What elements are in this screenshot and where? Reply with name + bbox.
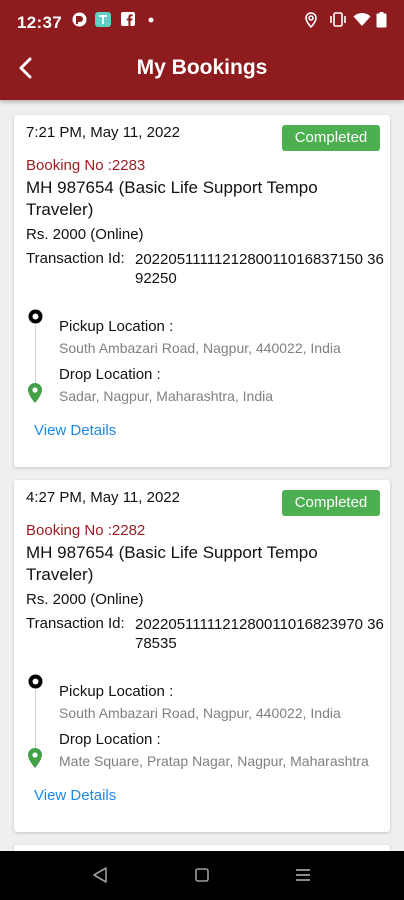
transaction-id: 2022051111121280011016837150 3692250 — [135, 251, 384, 287]
pickup-dot-icon — [28, 674, 43, 689]
wifi-icon — [353, 12, 371, 26]
transaction-label: Transaction Id: — [26, 615, 125, 632]
location-icon — [305, 12, 317, 28]
vehicle-name: MH 987654 (Basic Life Support Tempo Trav… — [26, 178, 318, 219]
drop-pin-icon — [28, 748, 42, 768]
booking-number: Booking No :2283 — [26, 157, 146, 174]
booking-card: 4:27 PM, May 11, 2022 Completed Booking … — [14, 480, 390, 832]
page-title: My Bookings — [136, 56, 268, 79]
vehicle-name: MH 987654 (Basic Life Support Tempo Trav… — [26, 543, 318, 584]
view-details-link[interactable]: View Details — [34, 787, 116, 804]
notification-app-icon — [95, 12, 111, 27]
status-badge: Completed — [282, 490, 380, 516]
pickup-address: South Ambazari Road, Nagpur, 440022, Ind… — [59, 340, 341, 356]
more-notifications-dot-icon — [148, 17, 154, 23]
app-bar: My Bookings — [0, 36, 404, 100]
booking-amount: Rs. 2000 (Online) — [26, 591, 144, 608]
transaction-label: Transaction Id: — [26, 250, 125, 267]
view-details-link[interactable]: View Details — [34, 422, 116, 439]
route-line — [35, 325, 36, 387]
pickup-label: Pickup Location : — [59, 683, 174, 700]
battery-icon — [376, 12, 387, 28]
drop-label: Drop Location : — [59, 731, 161, 748]
notification-app-icon — [72, 12, 87, 27]
drop-pin-icon — [28, 383, 42, 403]
transaction-id: 2022051111121280011016823970 3678535 — [135, 616, 384, 652]
route-line — [35, 690, 36, 752]
vibrate-icon — [330, 12, 346, 27]
nav-menu-icon[interactable] — [295, 868, 311, 882]
drop-label: Drop Location : — [59, 366, 161, 383]
nav-home-icon[interactable] — [195, 868, 209, 882]
drop-address: Sadar, Nagpur, Maharashtra, India — [59, 388, 274, 404]
status-bar: 12:37 — [0, 0, 404, 36]
pickup-label: Pickup Location : — [59, 318, 174, 335]
drop-address: Mate Square, Pratap Nagar, Nagpur, Mahar… — [59, 753, 369, 769]
system-nav-bar — [0, 851, 404, 900]
bookings-list[interactable]: 7:21 PM, May 11, 2022 Completed Booking … — [0, 100, 404, 851]
pickup-address: South Ambazari Road, Nagpur, 440022, Ind… — [59, 705, 341, 721]
booking-number: Booking No :2282 — [26, 522, 146, 539]
pickup-dot-icon — [28, 309, 43, 324]
facebook-icon — [121, 12, 135, 26]
booking-datetime: 7:21 PM, May 11, 2022 — [26, 124, 180, 141]
status-badge: Completed — [282, 125, 380, 151]
booking-datetime: 4:27 PM, May 11, 2022 — [26, 489, 180, 506]
booking-card: 7:21 PM, May 11, 2022 Completed Booking … — [14, 115, 390, 467]
status-time: 12:37 — [17, 13, 62, 32]
nav-back-icon[interactable] — [92, 866, 108, 884]
booking-amount: Rs. 2000 (Online) — [26, 226, 144, 243]
